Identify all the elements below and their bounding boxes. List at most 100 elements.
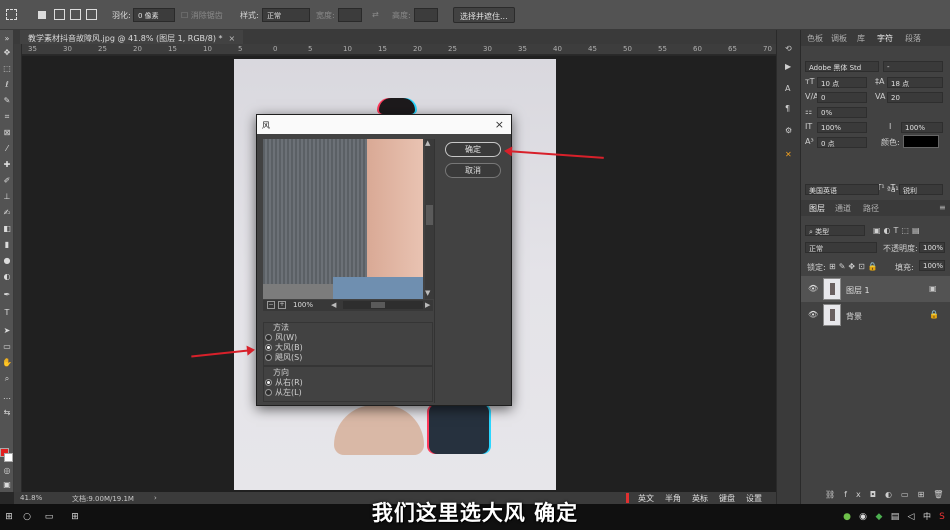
collapse-icon[interactable]: » [2, 34, 12, 44]
shape-tool-icon[interactable]: ▭ [2, 342, 12, 352]
leading-input[interactable]: 18 点 [887, 77, 943, 88]
tsume-input[interactable]: 0% [817, 107, 867, 118]
close-tab-icon[interactable]: × [229, 34, 236, 43]
blend-mode-select[interactable]: 正常 [805, 242, 877, 253]
preview-vertical-scrollbar[interactable]: ▲ ▼ [425, 139, 434, 299]
lock-icons[interactable]: ⊞✎✥⊡🔒 [829, 262, 881, 271]
ok-button[interactable]: 确定 [445, 142, 501, 157]
scroll-up-icon[interactable]: ▲ [425, 139, 430, 147]
clone-stamp-tool-icon[interactable]: ⊥ [2, 192, 12, 202]
tab-paragraph[interactable]: 段落 [905, 33, 921, 44]
frame-tool-icon[interactable]: ⊠ [2, 128, 12, 138]
subtract-selection-icon[interactable] [70, 9, 81, 20]
feather-input[interactable]: 0 像素 [133, 8, 175, 22]
tab-libraries[interactable]: 库 [857, 33, 865, 44]
path-select-tool-icon[interactable]: ➤ [2, 326, 12, 336]
gradient-tool-icon[interactable]: ▮ [2, 240, 12, 250]
history-icon[interactable]: ⟲ [785, 44, 794, 53]
zoom-tool-icon[interactable]: ⌕ [2, 374, 12, 384]
brush-tool-icon[interactable]: ✐ [2, 176, 12, 186]
move-tool-icon[interactable]: ✥ [2, 48, 12, 58]
layer-row-background[interactable]: 👁 背景 🔒 [801, 302, 950, 328]
style-select[interactable]: 正常 [262, 8, 310, 22]
font-family-select[interactable]: Adobe 黑体 Std [805, 61, 879, 72]
scroll-down-icon[interactable]: ▼ [425, 289, 430, 297]
eyedropper-tool-icon[interactable]: ⁄ [2, 144, 12, 154]
zoom-in-icon[interactable]: + [278, 301, 286, 309]
kerning-input[interactable]: 0 [817, 92, 867, 103]
type-tool-icon[interactable]: T [2, 308, 12, 318]
tab-swatches[interactable]: 色板 [807, 33, 823, 44]
dialog-titlebar[interactable]: 风 × [257, 115, 511, 134]
tools-cross-icon[interactable]: ✕ [785, 150, 794, 159]
screen-mode-icon[interactable]: ▣ [2, 480, 12, 490]
vertical-scale-input[interactable]: 100% [817, 122, 867, 133]
filter-preview[interactable] [263, 139, 423, 299]
panel-menu-icon[interactable]: ≡ [939, 203, 946, 212]
tracking-input[interactable]: 20 [887, 92, 943, 103]
horizontal-scale-input[interactable]: 100% [901, 122, 943, 133]
layer-row-1[interactable]: 👁 图层 1 ▣ [801, 276, 950, 302]
tab-layers[interactable]: 图层 [809, 203, 825, 214]
baseline-shift-input[interactable]: 0 点 [817, 137, 867, 148]
background-color-swatch[interactable] [4, 453, 13, 462]
layers-panel: 图层 通道 路径 ≡ ⌕ 类型 ▣◐T⬚▤ 正常 不透明度: 100% 锁定: … [800, 200, 950, 504]
play-icon[interactable]: ▶ [785, 62, 794, 71]
quick-select-tool-icon[interactable]: ✎ [2, 96, 12, 106]
layer-filter-icons[interactable]: ▣◐T⬚▤ [873, 226, 923, 235]
intersect-selection-icon[interactable] [86, 9, 97, 20]
tab-paths[interactable]: 路径 [863, 203, 879, 214]
width-input[interactable] [338, 8, 362, 22]
layer-name: 图层 1 [846, 286, 870, 295]
scroll-left-icon[interactable]: ◀ [331, 301, 336, 309]
dodge-tool-icon[interactable]: ◐ [2, 272, 12, 282]
wind-filter-dialog: 风 × ▲ ▼ − + 100% ◀ ▶ 确定 取消 方法 风(W) 大风(B)… [256, 114, 512, 406]
height-input[interactable] [414, 8, 438, 22]
tab-channels[interactable]: 通道 [835, 203, 851, 214]
visibility-eye-icon[interactable]: 👁 [808, 284, 818, 293]
preview-horizontal-scrollbar[interactable] [343, 301, 423, 309]
tool-presets-icon[interactable]: ⚙ [785, 126, 794, 135]
preview-zoom-row: − + 100% ◀ ▶ [263, 300, 433, 311]
font-size-input[interactable]: 10 点 [817, 77, 867, 88]
swap-colors-icon[interactable]: ⇆ [2, 408, 12, 418]
crop-tool-icon[interactable]: ⌗ [2, 112, 12, 122]
direction-option-left[interactable]: 从左(L) [265, 387, 302, 398]
healing-tool-icon[interactable]: ✚ [2, 160, 12, 170]
font-style-select[interactable]: - [883, 61, 943, 72]
new-selection-icon[interactable] [38, 11, 46, 19]
layer-filter-select[interactable]: ⌕ 类型 [805, 225, 865, 236]
tab-adjustments[interactable]: 调板 [831, 33, 847, 44]
swap-icon[interactable]: ⇄ [372, 10, 379, 19]
history-brush-tool-icon[interactable]: ✍ [2, 208, 12, 218]
cancel-button[interactable]: 取消 [445, 163, 501, 178]
zoom-out-icon[interactable]: − [267, 301, 275, 309]
language-select[interactable]: 美国英语 [805, 184, 879, 195]
blur-tool-icon[interactable]: ● [2, 256, 12, 266]
quick-mask-icon[interactable]: ◎ [2, 466, 12, 476]
antialias-select[interactable]: 锐利 [899, 184, 943, 195]
eraser-tool-icon[interactable]: ◧ [2, 224, 12, 234]
hand-tool-icon[interactable]: ✋ [2, 358, 12, 368]
scroll-thumb[interactable] [426, 205, 433, 225]
h-scroll-thumb[interactable] [371, 302, 385, 308]
character-panel-icon[interactable]: A [785, 84, 794, 93]
close-icon[interactable]: × [495, 118, 504, 131]
text-color-swatch[interactable] [903, 135, 939, 148]
document-tab[interactable]: 教学素材抖音故障风.jpg @ 41.8% (图层 1, RGB/8) * × [20, 30, 244, 44]
pen-tool-icon[interactable]: ✒ [2, 290, 12, 300]
antialias-checkbox[interactable]: ☐ 消除锯齿 [181, 10, 223, 21]
tab-character[interactable]: 字符 [877, 33, 893, 44]
select-and-mask-button[interactable]: 选择并遮住... [453, 7, 515, 23]
visibility-eye-icon[interactable]: 👁 [808, 310, 818, 319]
more-tools-icon[interactable]: … [2, 392, 12, 402]
opacity-input[interactable]: 100% [919, 242, 945, 253]
marquee-tool-icon[interactable] [6, 9, 17, 20]
paragraph-panel-icon[interactable]: ¶ [785, 104, 794, 113]
method-option-stagger[interactable]: 飓风(S) [265, 352, 302, 363]
fill-input[interactable]: 100% [919, 260, 945, 271]
add-selection-icon[interactable] [54, 9, 65, 20]
scroll-right-icon[interactable]: ▶ [425, 301, 430, 309]
marquee-tool-icon[interactable]: ⬚ [2, 64, 12, 74]
lasso-tool-icon[interactable]: ℓ [2, 80, 12, 90]
